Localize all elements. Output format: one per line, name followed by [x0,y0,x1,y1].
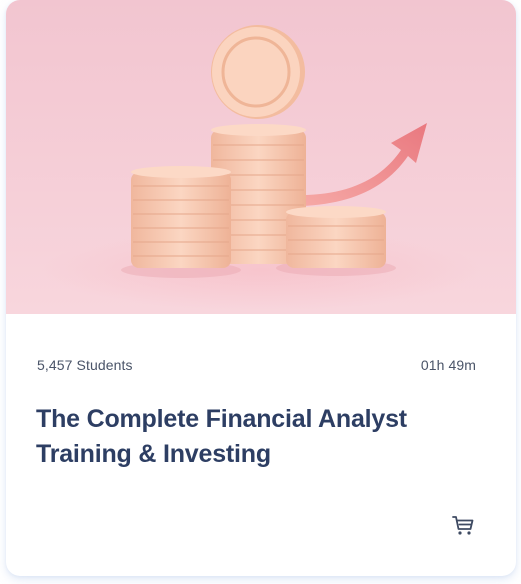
coin-upright [211,25,305,119]
shopping-cart-icon[interactable] [451,513,475,537]
coin-stack-right [286,206,386,268]
course-thumbnail[interactable] [6,0,516,314]
course-card[interactable]: 5,457 Students 01h 49m The Complete Fina… [6,0,516,576]
student-count: 5,457 Students [37,357,133,373]
coin-stack-left [131,166,231,268]
course-duration: 01h 49m [420,357,476,373]
course-title[interactable]: The Complete Financial Analyst Training … [36,402,456,472]
